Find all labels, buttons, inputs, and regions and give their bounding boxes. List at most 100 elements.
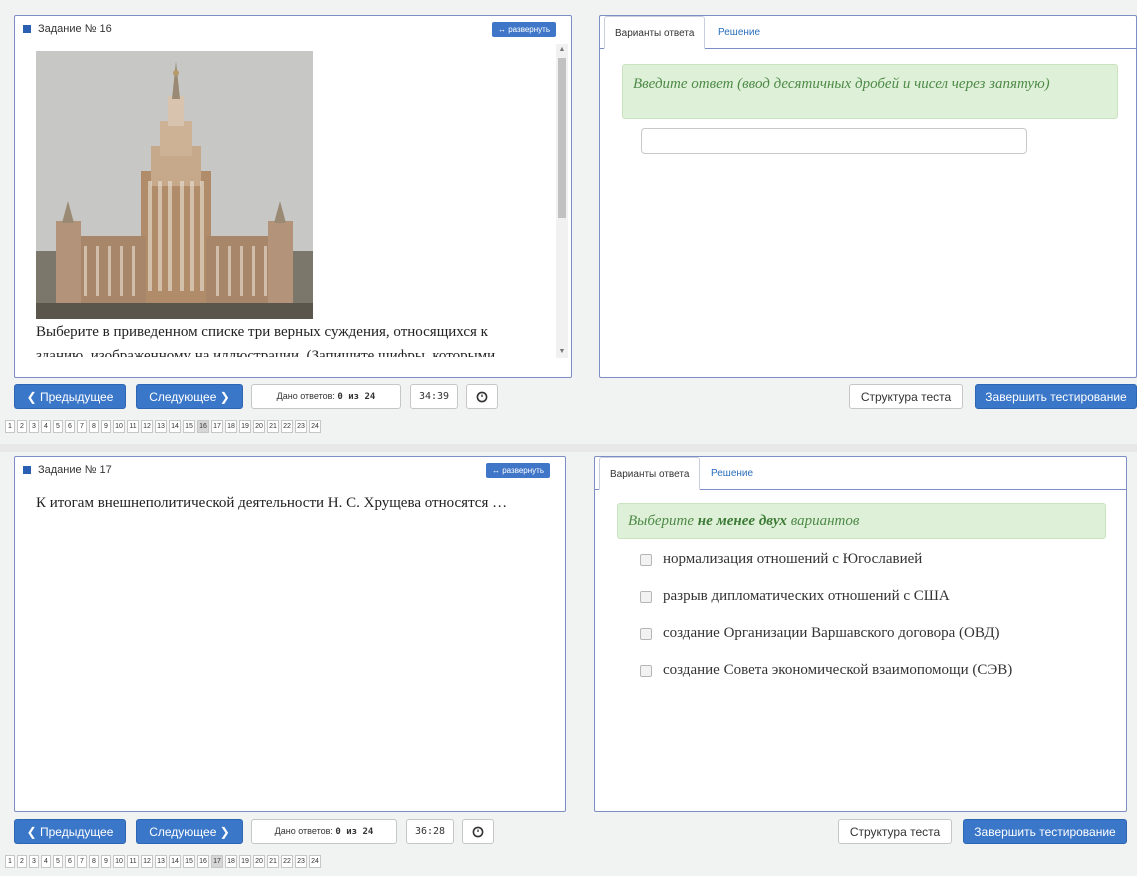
tab-solution[interactable]: Решение xyxy=(708,16,770,49)
tab-answer-options[interactable]: Варианты ответа xyxy=(599,457,701,490)
answer-tabs: Варианты ответа Решение xyxy=(600,16,1136,49)
page-button-18[interactable]: 18 xyxy=(225,420,237,433)
answer-panel: Варианты ответа Решение Введите ответ (в… xyxy=(599,15,1137,378)
page-button-17[interactable]: 17 xyxy=(211,420,223,433)
page-button-4[interactable]: 4 xyxy=(41,420,51,433)
page-button-22[interactable]: 22 xyxy=(281,420,293,433)
question-scrollbar[interactable]: ▲ ▼ xyxy=(556,44,568,358)
scroll-up-icon[interactable]: ▲ xyxy=(556,44,568,56)
block-separator xyxy=(0,444,1137,452)
page-button-13[interactable]: 13 xyxy=(155,855,167,868)
task-marker-icon xyxy=(23,466,31,474)
page-button-6[interactable]: 6 xyxy=(65,855,75,868)
page-button-9[interactable]: 9 xyxy=(101,855,111,868)
page-button-11[interactable]: 11 xyxy=(127,855,139,868)
previous-button[interactable]: ❮ Предыдущее xyxy=(14,384,126,409)
next-button[interactable]: Следующее ❯ xyxy=(136,384,243,409)
page-button-2[interactable]: 2 xyxy=(17,855,27,868)
task-marker-icon xyxy=(23,25,31,33)
page-button-22[interactable]: 22 xyxy=(281,855,293,868)
test-structure-button[interactable]: Структура теста xyxy=(838,819,952,844)
tab-answer-options[interactable]: Варианты ответа xyxy=(604,16,706,49)
question-panel: Задание № 16 ↔ развернуть Выберите в при… xyxy=(14,15,572,378)
option-label: нормализация отношений с Югославией xyxy=(663,551,923,567)
option-checkbox[interactable] xyxy=(640,627,652,640)
building-photo xyxy=(36,51,313,319)
clock-icon xyxy=(472,826,484,838)
page-button-15[interactable]: 15 xyxy=(183,420,195,433)
page-button-13[interactable]: 13 xyxy=(155,420,167,433)
task-header: Задание № 16 xyxy=(23,23,112,35)
page-button-16[interactable]: 16 xyxy=(197,855,209,868)
question-text-line-1: Выберите в приведенном списке три верных… xyxy=(36,324,488,340)
option-4[interactable]: создание Совета экономической взаимопомо… xyxy=(640,662,1012,679)
finish-test-button[interactable]: Завершить тестирование xyxy=(963,819,1127,844)
test-structure-button[interactable]: Структура теста xyxy=(849,384,963,409)
page-button-10[interactable]: 10 xyxy=(113,855,125,868)
page-button-19[interactable]: 19 xyxy=(239,420,251,433)
timer-toggle-button[interactable] xyxy=(462,819,494,844)
timer-toggle-button[interactable] xyxy=(466,384,498,409)
option-label: разрыв дипломатических отношений с США xyxy=(663,588,950,604)
page-button-3[interactable]: 3 xyxy=(29,855,39,868)
page-button-21[interactable]: 21 xyxy=(267,420,279,433)
page-button-5[interactable]: 5 xyxy=(53,420,63,433)
answer-hint: Введите ответ (ввод десятичных дробей и … xyxy=(622,64,1118,119)
answer-input[interactable] xyxy=(641,128,1027,154)
scroll-down-icon[interactable]: ▼ xyxy=(556,346,568,358)
finish-test-button[interactable]: Завершить тестирование xyxy=(975,384,1137,409)
page-button-21[interactable]: 21 xyxy=(267,855,279,868)
option-checkbox[interactable] xyxy=(640,664,652,677)
option-2[interactable]: разрыв дипломатических отношений с США xyxy=(640,588,950,605)
page-button-24[interactable]: 24 xyxy=(309,420,321,433)
page-button-24[interactable]: 24 xyxy=(309,855,321,868)
page-button-12[interactable]: 12 xyxy=(141,855,153,868)
page-button-20[interactable]: 20 xyxy=(253,420,265,433)
previous-button[interactable]: ❮ Предыдущее xyxy=(14,819,126,844)
page-button-1[interactable]: 1 xyxy=(5,855,15,868)
page-button-23[interactable]: 23 xyxy=(295,855,307,868)
page-button-7[interactable]: 7 xyxy=(77,855,87,868)
page-button-14[interactable]: 14 xyxy=(169,855,181,868)
option-checkbox[interactable] xyxy=(640,590,652,603)
page-button-17[interactable]: 17 xyxy=(211,855,223,868)
hint-bold: не менее двух xyxy=(697,513,787,529)
page-button-8[interactable]: 8 xyxy=(89,855,99,868)
tab-solution[interactable]: Решение xyxy=(701,457,763,490)
answer-hint: Выберите не менее двух вариантов xyxy=(617,503,1106,539)
page-button-16[interactable]: 16 xyxy=(197,420,209,433)
option-label: создание Совета экономической взаимопомо… xyxy=(663,662,1013,678)
page-button-11[interactable]: 11 xyxy=(127,420,139,433)
question-panel: Задание № 17 ↔ развернуть К итогам внешн… xyxy=(14,456,566,812)
expand-button[interactable]: ↔ развернуть xyxy=(486,463,551,478)
page-button-6[interactable]: 6 xyxy=(65,420,75,433)
page-button-3[interactable]: 3 xyxy=(29,420,39,433)
page-button-1[interactable]: 1 xyxy=(5,420,15,433)
page-button-4[interactable]: 4 xyxy=(41,855,51,868)
page-button-14[interactable]: 14 xyxy=(169,420,181,433)
page-button-9[interactable]: 9 xyxy=(101,420,111,433)
answered-value: 0 из 24 xyxy=(335,827,374,837)
option-1[interactable]: нормализация отношений с Югославией xyxy=(640,551,922,568)
page-navigator: 1 2 3 4 5 6 7 8 9 10 11 12 13 14 15 16 17 18 19 20 21 22 23 24 xyxy=(5,420,323,433)
page-button-15[interactable]: 15 xyxy=(183,855,195,868)
page-button-8[interactable]: 8 xyxy=(89,420,99,433)
page-button-20[interactable]: 20 xyxy=(253,855,265,868)
building-illustration xyxy=(36,51,313,319)
page-button-5[interactable]: 5 xyxy=(53,855,63,868)
option-3[interactable]: создание Организации Варшавского договор… xyxy=(640,625,1000,642)
page-button-7[interactable]: 7 xyxy=(77,420,87,433)
next-button[interactable]: Следующее ❯ xyxy=(136,819,243,844)
scroll-thumb[interactable] xyxy=(558,58,566,218)
expand-button[interactable]: ↔ развернуть xyxy=(492,22,557,37)
hint-suffix: вариантов xyxy=(790,513,860,529)
page-button-19[interactable]: 19 xyxy=(239,855,251,868)
page-navigator: 1 2 3 4 5 6 7 8 9 10 11 12 13 14 15 16 17 18 19 20 21 22 23 24 xyxy=(5,855,323,868)
page-button-12[interactable]: 12 xyxy=(141,420,153,433)
page-button-10[interactable]: 10 xyxy=(113,420,125,433)
option-checkbox[interactable] xyxy=(640,553,652,566)
answer-tabs: Варианты ответа Решение xyxy=(595,457,1126,490)
page-button-23[interactable]: 23 xyxy=(295,420,307,433)
page-button-2[interactable]: 2 xyxy=(17,420,27,433)
page-button-18[interactable]: 18 xyxy=(225,855,237,868)
